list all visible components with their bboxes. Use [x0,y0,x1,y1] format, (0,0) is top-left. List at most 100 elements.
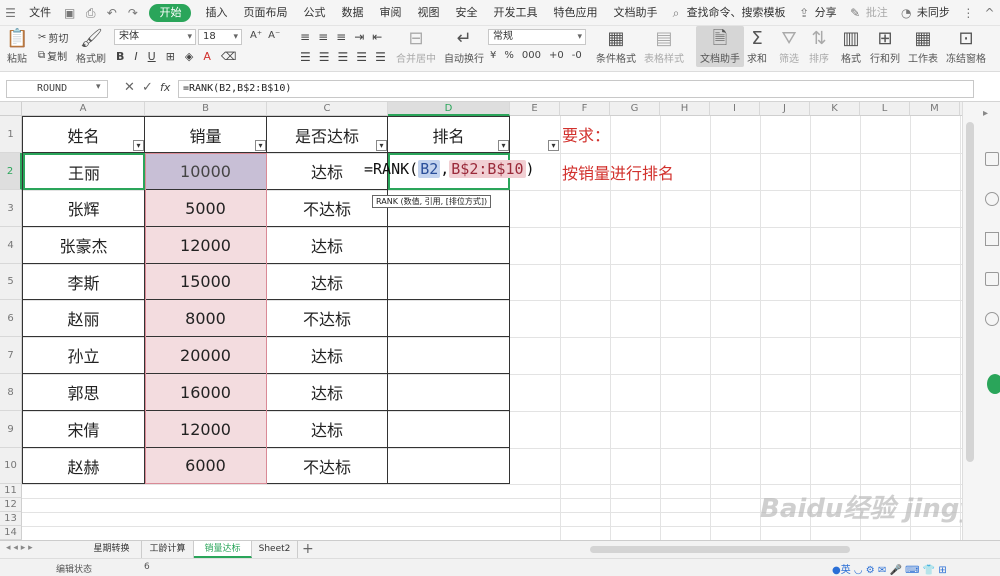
tab-data[interactable]: 数据 [333,0,371,26]
cell-status[interactable]: 不达标 [267,300,388,337]
underline-icon[interactable]: U [148,50,156,63]
filter-button[interactable]: ⛛ 筛选 [778,28,800,65]
select-all-corner[interactable] [0,102,22,116]
print-icon[interactable]: ⎙ [84,6,97,20]
in-cell-formula-editor[interactable]: =RANK( B2 , B$2:B$10 ) [364,160,535,178]
sort-button[interactable]: ⇅ 排序 [808,28,830,65]
tab-review[interactable]: 审阅 [371,0,409,26]
row-header-5[interactable]: 5 [0,264,22,300]
sum-button[interactable]: Σ 求和 [746,28,768,65]
table-style-button[interactable]: ▤ 表格样式 [644,28,684,65]
filter-dropdown-icon[interactable]: ▾ [548,140,559,151]
doc-helper-button[interactable]: 🗎 文档助手 [696,26,744,67]
column-header-h[interactable]: H [660,102,710,116]
cell-status[interactable]: 达标 [267,337,388,374]
cell-sales[interactable]: 8000 [145,300,267,337]
copy-button[interactable]: ⧉ 复制 [38,48,67,63]
decimal-decrease-icon[interactable]: -0 [572,50,582,61]
header-cell-rank[interactable]: 排名 [388,117,510,153]
floating-assistant-icon[interactable] [987,374,1000,394]
align-center-icon[interactable]: ☰ [319,50,330,64]
cell-status[interactable]: 达标 [267,411,388,448]
indent-icon[interactable]: ⇥ [354,30,364,44]
more-icon[interactable]: ⋮ [962,6,975,20]
command-search[interactable]: 查找命令、搜索模板 [687,0,794,26]
name-box[interactable]: ROUND [6,80,108,98]
name-box-dropdown-icon[interactable]: ▾ [96,82,101,92]
sheet-tab-sheet2[interactable]: Sheet2 [252,541,298,558]
border-icon[interactable]: ⊞ [166,50,175,63]
add-sheet-icon[interactable]: + [302,541,314,557]
increase-font-icon[interactable]: A⁺ [250,30,262,41]
cell-rank[interactable] [388,227,510,264]
cancel-icon[interactable]: ✕ [124,80,135,95]
column-header-k[interactable]: K [810,102,860,116]
horizontal-scrollbar[interactable] [590,546,850,553]
column-header-j[interactable]: J [760,102,810,116]
cell-status[interactable]: 不达标 [267,448,388,484]
column-header-l[interactable]: L [860,102,910,116]
side-tool-icon[interactable] [985,312,999,326]
format-painter-button[interactable]: 🖌 格式刷 [76,28,106,65]
sheet-tab-seniority[interactable]: 工龄计算 [142,541,194,558]
filter-dropdown-icon[interactable]: ▾ [498,140,509,151]
cell-sales[interactable]: 12000 [145,227,267,264]
align-middle-icon[interactable]: ≡ [318,30,328,44]
decimal-increase-icon[interactable]: +0 [549,50,564,61]
cell-name[interactable]: 张辉 [23,190,145,227]
cell-rank[interactable] [388,411,510,448]
cell-name[interactable]: 王丽 [23,153,145,190]
column-header-g[interactable]: G [610,102,660,116]
formula-input[interactable]: =RANK(B2,B$2:B$10) [178,80,974,98]
column-header-d[interactable]: D [388,102,510,116]
row-header-4[interactable]: 4 [0,227,22,264]
cell-status[interactable]: 达标 [267,374,388,411]
merge-center-button[interactable]: ⊟ 合并居中 [396,28,436,65]
bold-icon[interactable]: B [116,50,124,63]
header-cell-sales[interactable]: 销量 [145,117,267,153]
tab-developer[interactable]: 开发工具 [485,0,545,26]
requirement-title[interactable]: 要求： [562,122,610,146]
redo-icon[interactable]: ↷ [126,6,139,20]
column-header-a[interactable]: A [22,102,145,116]
filter-dropdown-icon[interactable]: ▾ [255,140,266,151]
fill-color-icon[interactable]: ◈ [185,50,193,63]
cell-name[interactable]: 李斯 [23,264,145,300]
column-header-m[interactable]: M [910,102,960,116]
tab-insert[interactable]: 插入 [197,0,235,26]
row-header-10[interactable]: 10 [0,448,22,484]
cell-status[interactable]: 达标 [267,227,388,264]
menu-icon[interactable]: ☰ [4,6,17,20]
percent-icon[interactable]: % [504,50,514,61]
comment-button[interactable]: 批注 [866,0,896,26]
cell-name[interactable]: 郭思 [23,374,145,411]
conditional-format-button[interactable]: ▦ 条件格式 [596,28,636,65]
tab-features[interactable]: 特色应用 [545,0,605,26]
side-tool-icon[interactable] [985,232,999,246]
undo-icon[interactable]: ↶ [105,6,118,20]
row-header-9[interactable]: 9 [0,411,22,448]
cell-sales[interactable]: 6000 [145,448,267,484]
paste-button[interactable]: 📋 粘贴 [6,28,28,65]
justify-icon[interactable]: ☰ [356,50,367,64]
cell-sales[interactable]: 10000 [145,153,267,190]
tab-doc-helper[interactable]: 文档助手 [605,0,665,26]
font-color-icon[interactable]: A [203,50,211,63]
vertical-scrollbar[interactable]: ▸ [962,102,1000,540]
row-header-8[interactable]: 8 [0,374,22,411]
sheet-tab-weekday[interactable]: 星期转换 [82,541,142,558]
side-tool-icon[interactable] [985,272,999,286]
cell-status[interactable]: 不达标 [267,190,388,227]
thousands-icon[interactable]: 000 [522,50,541,61]
row-header-6[interactable]: 6 [0,300,22,337]
worksheet-button[interactable]: ▦ 工作表 [908,28,938,65]
tab-formulas[interactable]: 公式 [295,0,333,26]
currency-icon[interactable]: ¥ [490,50,496,61]
align-top-icon[interactable]: ≡ [300,30,310,44]
cell-rank[interactable] [388,264,510,300]
side-panel-collapse-icon[interactable]: ▸ [983,108,988,119]
outdent-icon[interactable]: ⇤ [372,30,382,44]
row-header-7[interactable]: 7 [0,337,22,374]
filter-dropdown-icon[interactable]: ▾ [376,140,387,151]
font-family-select[interactable]: 宋体 [114,29,196,45]
